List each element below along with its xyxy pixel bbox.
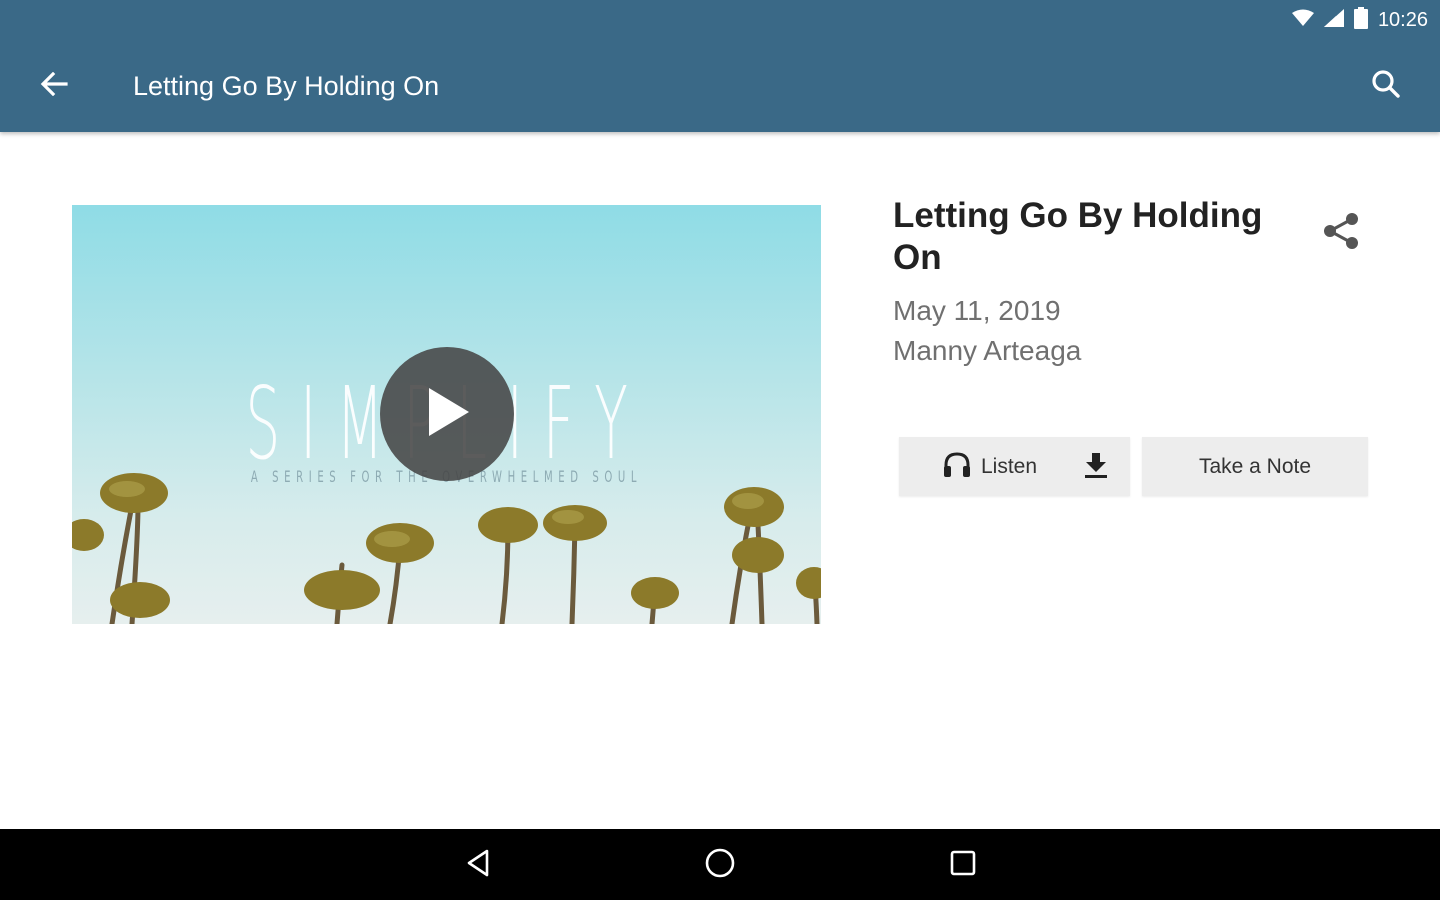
headphones-icon bbox=[943, 451, 971, 483]
search-icon bbox=[1371, 69, 1401, 104]
recents-square-icon bbox=[949, 849, 977, 882]
listen-label: Listen bbox=[981, 455, 1038, 478]
nav-home-button[interactable] bbox=[700, 845, 740, 885]
sermon-details: Letting Go By Holding On May 11, 2019 Ma… bbox=[893, 195, 1373, 371]
action-bar: Listen Take a Note bbox=[899, 437, 1368, 496]
arrow-left-icon bbox=[40, 71, 68, 101]
toolbar-title: Letting Go By Holding On bbox=[133, 71, 440, 101]
download-icon bbox=[1082, 451, 1110, 484]
back-button[interactable] bbox=[34, 66, 74, 106]
sermon-date: May 11, 2019 bbox=[893, 295, 1061, 326]
share-icon bbox=[1322, 211, 1360, 256]
search-button[interactable] bbox=[1366, 66, 1406, 106]
back-triangle-icon bbox=[465, 849, 491, 882]
sermon-title: Letting Go By Holding On bbox=[893, 196, 1263, 277]
play-icon bbox=[423, 386, 471, 443]
take-note-button[interactable]: Take a Note bbox=[1142, 437, 1368, 496]
toolbar: Letting Go By Holding On bbox=[0, 40, 1440, 132]
status-time: 10:26 bbox=[1377, 8, 1428, 31]
battery-icon bbox=[1353, 6, 1368, 34]
wifi-icon bbox=[1291, 9, 1314, 32]
listen-button[interactable]: Listen bbox=[943, 451, 1037, 483]
listen-group: Listen bbox=[899, 437, 1130, 496]
status-bar: 10:26 bbox=[1291, 4, 1428, 36]
sermon-speaker: Manny Arteaga bbox=[893, 335, 1082, 366]
screen: 10:26 Letting Go By Holding On A SERIES … bbox=[0, 0, 1440, 900]
play-button[interactable] bbox=[380, 347, 514, 481]
system-navigation-bar bbox=[0, 829, 1440, 900]
cell-signal-icon bbox=[1323, 8, 1344, 32]
video-player[interactable]: SIMPLIFY A SERIES FOR THE OVERWHELMED SO… bbox=[72, 205, 821, 624]
home-circle-icon bbox=[704, 847, 736, 884]
take-note-label: Take a Note bbox=[1198, 454, 1312, 478]
nav-recents-button[interactable] bbox=[943, 845, 983, 885]
nav-back-button[interactable] bbox=[458, 845, 498, 885]
app-bar: 10:26 Letting Go By Holding On bbox=[0, 0, 1440, 132]
share-button[interactable] bbox=[1318, 210, 1364, 256]
download-button[interactable] bbox=[1080, 451, 1112, 483]
